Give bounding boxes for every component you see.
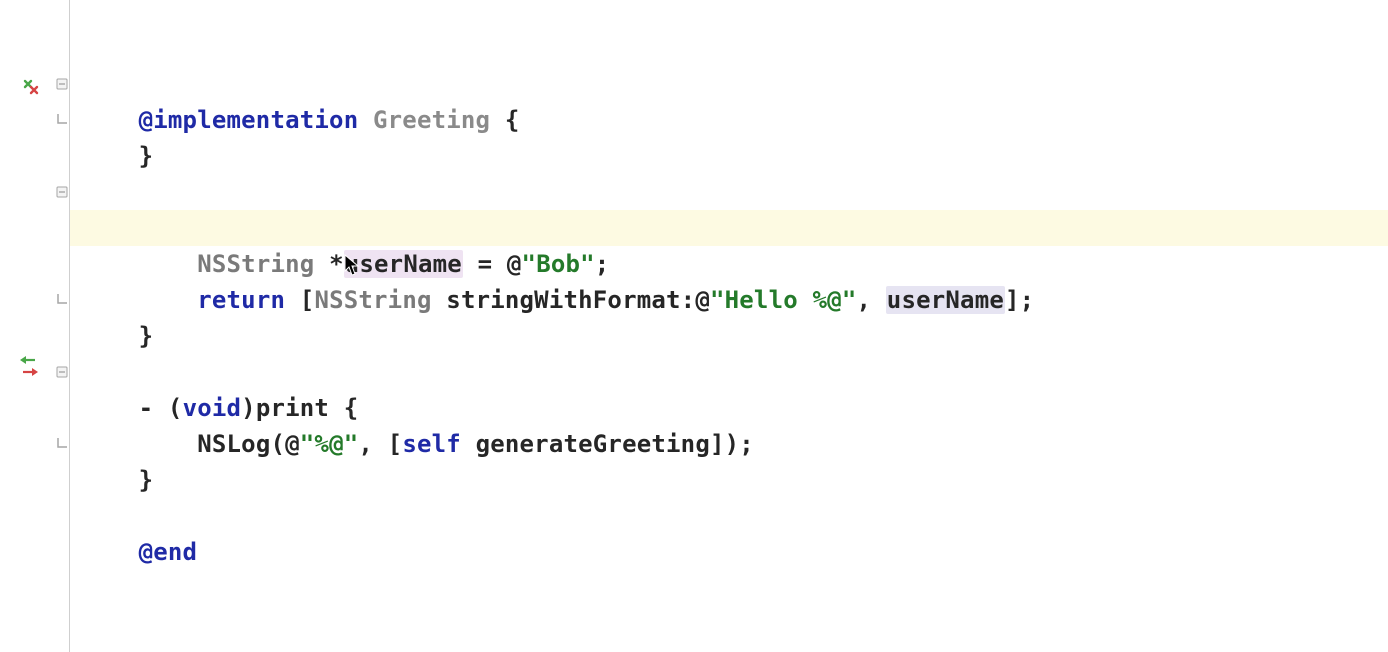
fold-start-icon[interactable] [56, 186, 68, 198]
text-token: } [139, 466, 154, 494]
fold-start-icon[interactable] [56, 366, 68, 378]
code-line[interactable]: - (NSString *)generateGreeting{ [70, 174, 1388, 210]
code-line[interactable]: @end [70, 498, 1388, 534]
fold-end-icon [56, 294, 68, 306]
code-editor[interactable]: @implementation Greeting { } - (NSString… [70, 0, 1388, 652]
code-line[interactable]: NSLog(@"%@", [self generateGreeting]); [70, 390, 1388, 426]
code-line[interactable]: } [70, 282, 1388, 318]
diagnostic-arrows-icon[interactable] [22, 70, 40, 88]
code-line-current[interactable]: NSString *userName = @"Bob"; [70, 210, 1388, 246]
code-line[interactable]: } [70, 426, 1388, 462]
fold-end-icon [56, 114, 68, 126]
swap-arrows-icon[interactable] [20, 354, 38, 380]
code-line[interactable]: @implementation Greeting { [70, 66, 1388, 102]
code-line[interactable]: - (void)print { [70, 354, 1388, 390]
fold-start-icon[interactable] [56, 78, 68, 90]
text-token: } [139, 322, 154, 350]
gutter-icon-column [0, 0, 50, 652]
gutter [0, 0, 70, 652]
text-token: } [139, 142, 154, 170]
fold-column [54, 0, 70, 652]
code-line[interactable]: return [NSString stringWithFormat:@"Hell… [70, 246, 1388, 282]
fold-end-icon [56, 438, 68, 450]
keyword-token: @end [139, 538, 198, 566]
code-line[interactable]: } [70, 102, 1388, 138]
